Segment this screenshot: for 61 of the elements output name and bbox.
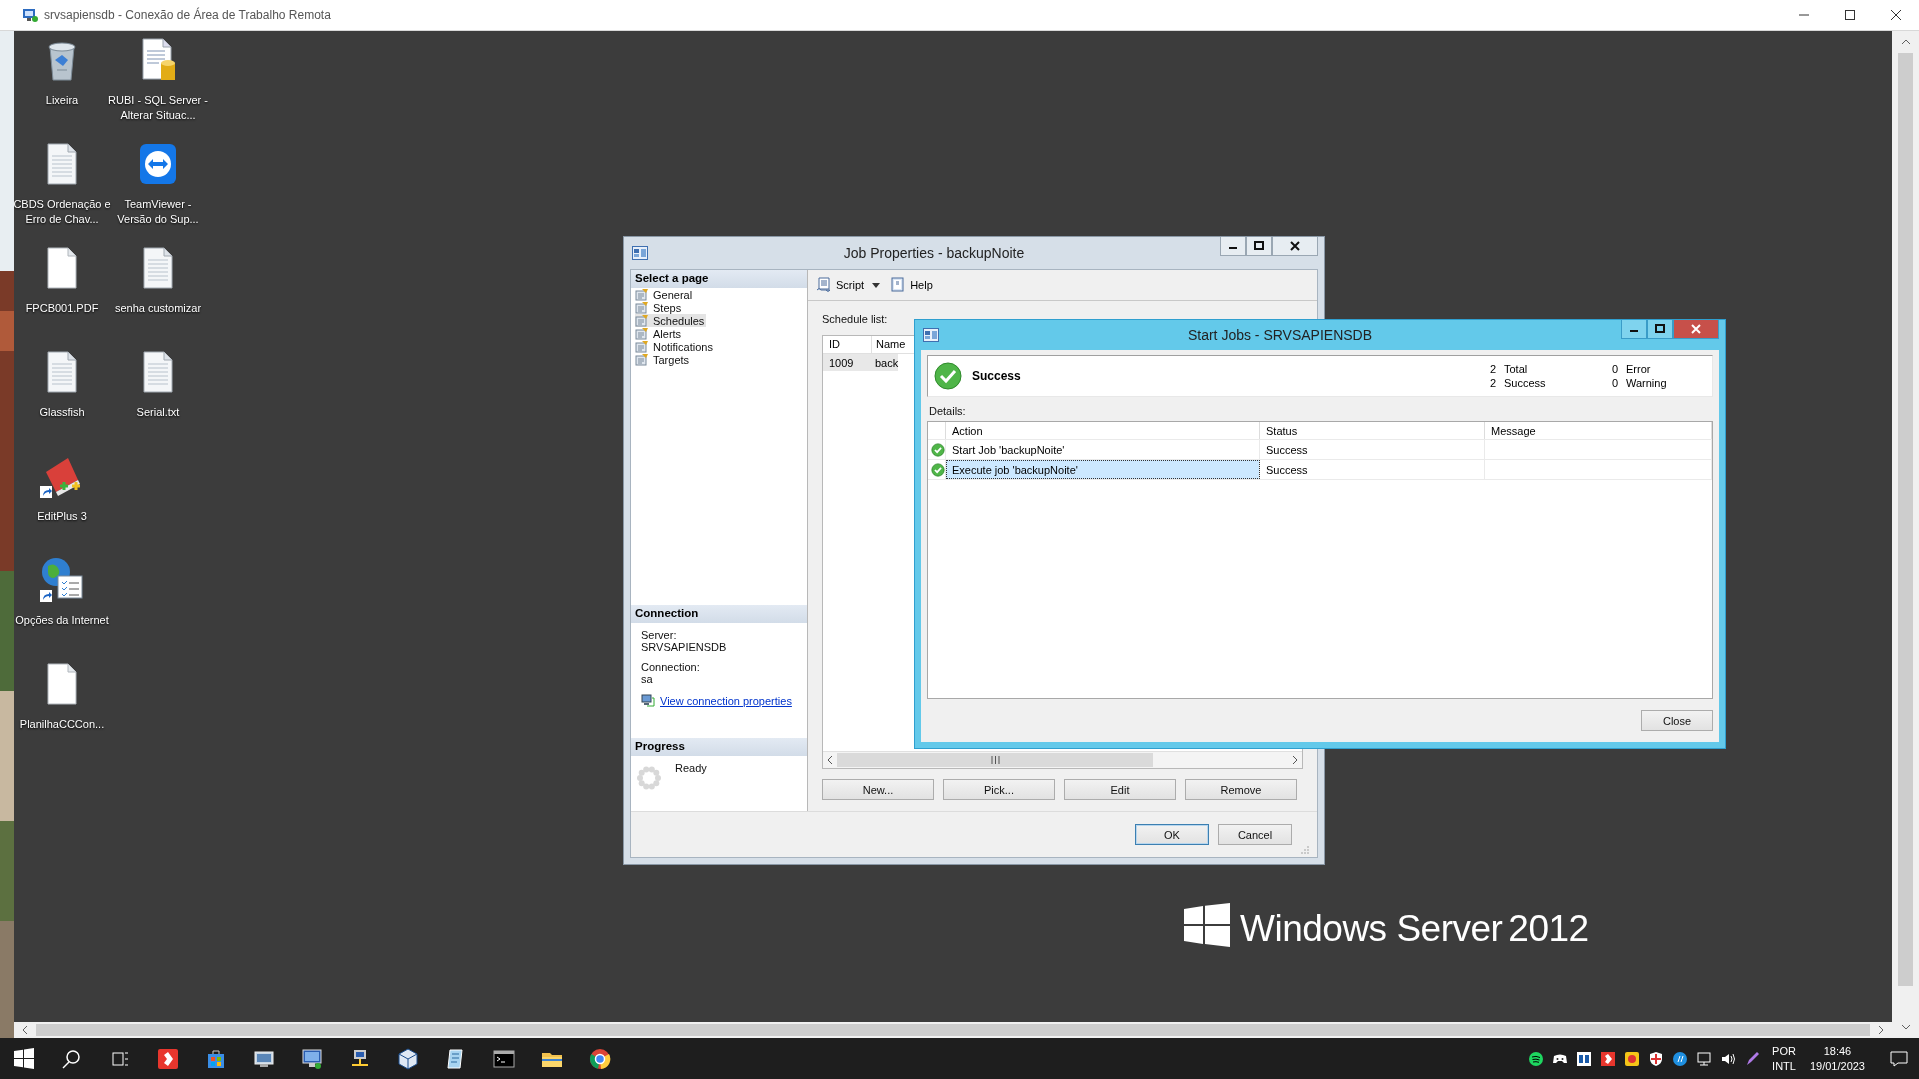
- stat-label: Warning: [1626, 377, 1667, 389]
- stat-count: 2: [1488, 363, 1496, 375]
- desktop-icon-label[interactable]: EditPlus 3: [14, 509, 112, 524]
- clock-time[interactable]: 18:46: [1823, 1043, 1852, 1059]
- section-header: Progress: [631, 738, 807, 756]
- page-list-item[interactable]: General: [635, 288, 695, 301]
- toolbar-button[interactable]: Help: [888, 275, 935, 295]
- table-cell: Success: [1260, 440, 1485, 459]
- desktop-icon-label[interactable]: Opções da Internet: [14, 613, 112, 628]
- stat-label: Total: [1504, 363, 1528, 375]
- section-header: Select a page: [631, 270, 807, 288]
- link[interactable]: View connection properties: [660, 694, 792, 707]
- logo-text: Windows Server: [1240, 907, 1503, 951]
- desktop-icon-label[interactable]: RUBI - SQL Server - Alterar Situac...: [108, 93, 208, 123]
- button[interactable]: Cancel: [1218, 824, 1292, 845]
- table-cell[interactable]: Start Job 'backupNoite': [946, 440, 1260, 459]
- page-list-item[interactable]: Schedules: [635, 314, 707, 327]
- field-value: SRVSAPIENSDB: [641, 641, 728, 653]
- column-header[interactable]: Status: [1260, 422, 1485, 439]
- column-header[interactable]: Name: [872, 336, 906, 353]
- list-label: Schedule list:: [822, 313, 889, 325]
- table-cell: Success: [1260, 460, 1485, 479]
- column-header[interactable]: Message: [1485, 422, 1712, 439]
- button[interactable]: Edit: [1064, 779, 1176, 800]
- close-button[interactable]: Close: [1641, 710, 1713, 731]
- result-text: Success: [972, 369, 1021, 383]
- toolbar-button[interactable]: Script: [814, 275, 867, 295]
- window-title: Start Jobs - SRVSAPIENSDB: [1186, 327, 1374, 343]
- desktop-icon-label[interactable]: CBDS Ordenação e Erro de Chav...: [14, 197, 112, 227]
- clock-date[interactable]: 19/01/2023: [1809, 1058, 1865, 1074]
- field-label: Server:: [641, 629, 678, 641]
- page-list-item[interactable]: Targets: [635, 353, 692, 366]
- table-cell[interactable]: Execute job 'backupNoite': [946, 460, 1260, 479]
- field-label: Connection:: [641, 661, 701, 673]
- table-cell-text: back: [874, 356, 899, 369]
- window-title: srvsapiensdb - Conexão de Área de Trabalho Remota: [44, 8, 331, 22]
- field-value: sa: [641, 673, 654, 685]
- stat-label: Error: [1626, 363, 1651, 375]
- button[interactable]: New...: [822, 779, 934, 800]
- status-text: Ready: [675, 762, 707, 774]
- page-list-item[interactable]: Alerts: [635, 327, 684, 340]
- stat-count: 2: [1488, 377, 1496, 389]
- page-list-item[interactable]: Notifications: [635, 340, 715, 353]
- stat-count: 0: [1610, 377, 1618, 389]
- stat-label: Success: [1504, 377, 1546, 389]
- table-cell-text: 1009: [828, 356, 855, 369]
- language-indicator[interactable]: INTL: [1772, 1058, 1796, 1074]
- button[interactable]: Remove: [1185, 779, 1297, 800]
- table-row[interactable]: 1009 back: [823, 354, 899, 371]
- button[interactable]: OK: [1135, 824, 1209, 845]
- column-header[interactable]: ID: [823, 336, 872, 353]
- section-header: Connection: [631, 605, 807, 623]
- stat-count: 0: [1610, 363, 1618, 375]
- page-list-item[interactable]: Steps: [635, 301, 684, 314]
- details-label: Details:: [929, 405, 967, 417]
- button[interactable]: Pick...: [943, 779, 1055, 800]
- language-indicator[interactable]: POR: [1772, 1043, 1796, 1059]
- window-title: Job Properties - backupNoite: [842, 245, 1026, 261]
- logo-version: 2012: [1508, 907, 1589, 951]
- column-header[interactable]: Action: [946, 422, 1260, 439]
- desktop-icon-label[interactable]: PlanilhaCCCon...: [14, 717, 112, 732]
